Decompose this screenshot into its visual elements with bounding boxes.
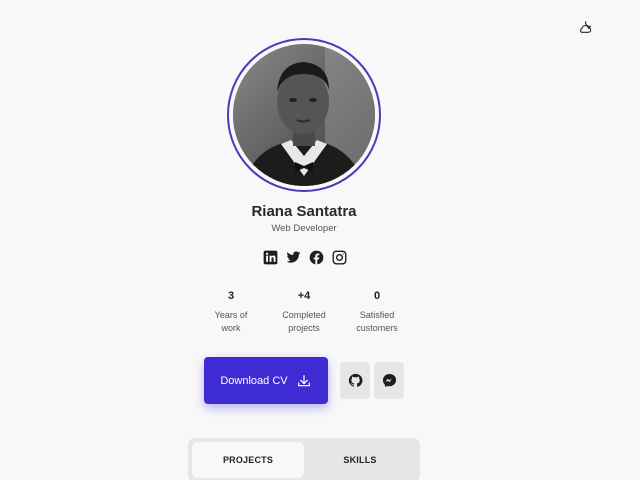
stat-label: Years of work	[200, 309, 262, 335]
avatar	[233, 44, 375, 186]
stats-row: 3 Years of work +4 Completed projects 0 …	[200, 290, 408, 335]
avatar-frame	[227, 38, 381, 192]
section-tabs: PROJECTS SKILLS	[188, 438, 420, 480]
tab-skills[interactable]: SKILLS	[304, 442, 416, 478]
github-button[interactable]	[340, 362, 370, 399]
github-icon	[348, 373, 362, 387]
stat-years: 3 Years of work	[200, 290, 262, 335]
stat-label-line: Years of	[214, 310, 248, 320]
messenger-icon	[382, 373, 396, 388]
stat-label-line: projects	[288, 323, 320, 333]
download-cv-button[interactable]: Download CV	[204, 357, 328, 404]
facebook-link[interactable]	[308, 249, 324, 265]
twitter-icon	[286, 250, 300, 263]
stat-label: Satisfied customers	[346, 309, 408, 335]
stat-value: +4	[297, 290, 311, 302]
instagram-link[interactable]	[331, 249, 347, 265]
stat-label-line: Completed	[282, 310, 326, 320]
stat-label-line: work	[221, 323, 241, 333]
profile-role: Web Developer	[271, 223, 337, 234]
moon-cloud-icon	[577, 19, 593, 40]
stat-customers: 0 Satisfied customers	[346, 290, 408, 335]
stat-value: 3	[227, 290, 235, 302]
twitter-link[interactable]	[285, 249, 301, 265]
download-icon	[297, 374, 310, 386]
stat-projects: +4 Completed projects	[273, 290, 335, 335]
download-cv-label: Download CV	[220, 374, 288, 387]
stat-label-line: Satisfied	[359, 310, 395, 320]
linkedin-link[interactable]	[262, 249, 278, 265]
messenger-button[interactable]	[374, 362, 404, 399]
profile-name: Riana Santatra	[251, 203, 357, 220]
facebook-icon	[309, 250, 323, 264]
theme-toggle-button[interactable]	[574, 18, 596, 40]
instagram-icon	[332, 250, 346, 264]
linkedin-icon	[263, 250, 277, 264]
stat-label-line: customers	[356, 323, 398, 333]
stat-value: 0	[373, 290, 381, 302]
social-links	[262, 249, 347, 265]
tab-projects[interactable]: PROJECTS	[192, 442, 304, 478]
stat-label: Completed projects	[273, 309, 335, 335]
